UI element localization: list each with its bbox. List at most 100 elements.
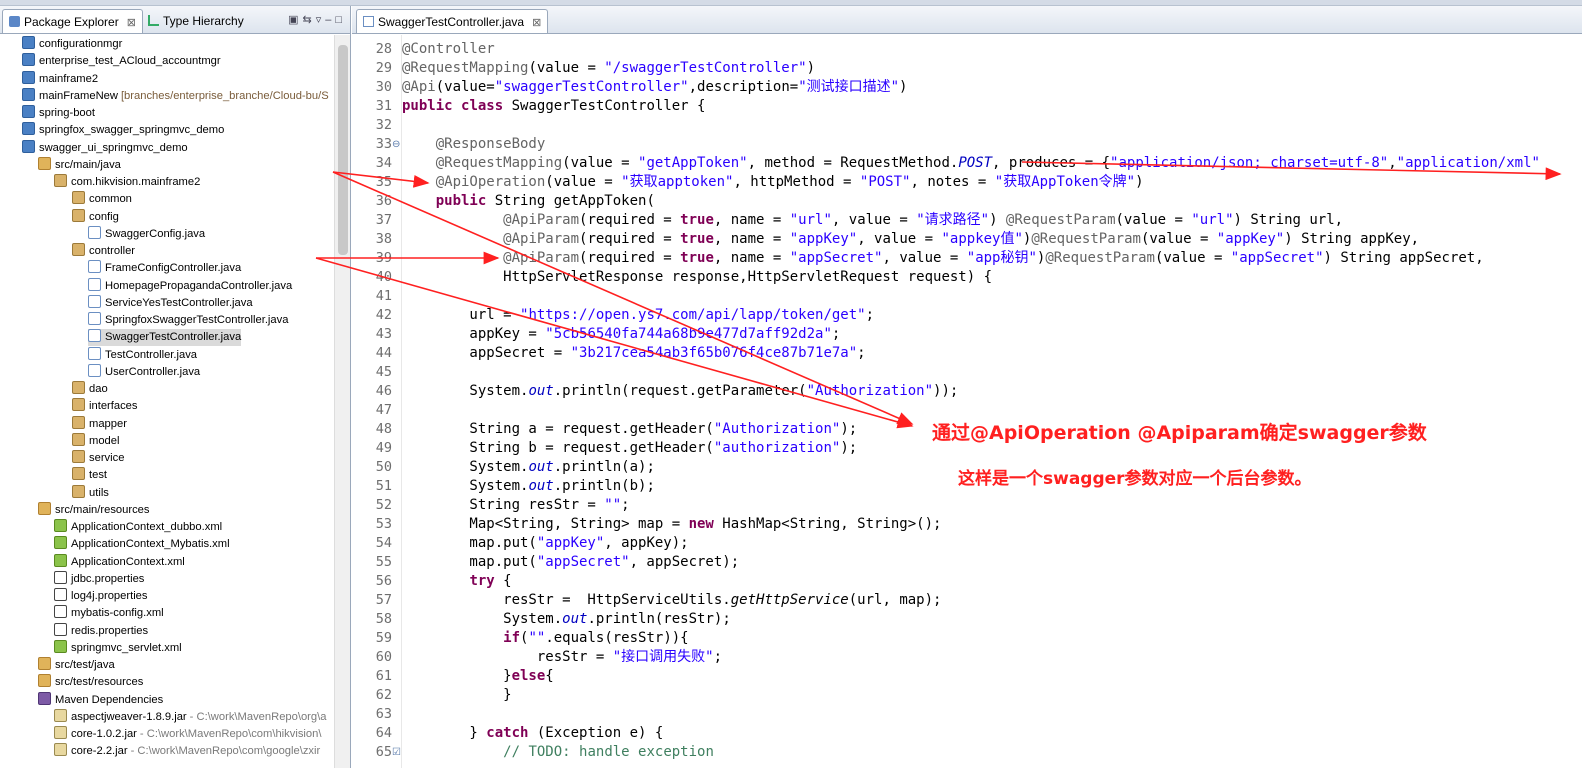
tree-item[interactable]: src/test/java xyxy=(38,657,115,674)
view-menu-icons[interactable]: ▣⇆▿–□ xyxy=(288,13,346,26)
tree-item[interactable]: com.hikvision.mainframe2 xyxy=(54,174,200,191)
tree-item[interactable]: common xyxy=(72,191,132,208)
code-line[interactable]: appKey = "5cb56540fa744a68b9e477d7aff92d… xyxy=(402,325,840,344)
tree-item[interactable]: jdbc.properties xyxy=(54,570,144,588)
tree-item[interactable]: UserController.java xyxy=(88,363,200,381)
line-number: 36 xyxy=(375,193,392,209)
tree-item[interactable]: configurationmgr xyxy=(22,36,122,53)
tree-item[interactable]: dao xyxy=(72,381,108,398)
code-token: , name = xyxy=(713,231,790,247)
tree-item[interactable]: utils xyxy=(72,484,109,502)
tree-item[interactable]: core-2.2.jar - C:\work\MavenRepo\com\goog… xyxy=(54,743,320,760)
code-line[interactable]: @RequestMapping(value = "getAppToken", m… xyxy=(402,154,1540,173)
tree-item[interactable]: HomepagePropagandaController.java xyxy=(88,277,292,295)
code-token: "url" xyxy=(1191,212,1234,228)
code-token: ; xyxy=(865,307,875,323)
tree-item-label: com.hikvision.mainframe2 xyxy=(71,176,201,188)
code-token: , httpMethod = xyxy=(733,174,860,190)
code-line[interactable]: String a = request.getHeader("Authorizat… xyxy=(402,420,857,439)
code-line[interactable]: } catch (Exception e) { xyxy=(402,724,663,743)
tree-item[interactable]: src/main/java xyxy=(38,156,121,174)
tree-item[interactable]: config xyxy=(72,208,119,226)
tree-scrollbar-thumb[interactable] xyxy=(338,45,348,255)
close-icon[interactable]: ⊠ xyxy=(532,17,541,29)
code-line[interactable]: @Api(value="swaggerTestController",descr… xyxy=(402,78,907,97)
code-line[interactable]: HttpServletResponse response,HttpServlet… xyxy=(402,268,992,287)
tree-item[interactable]: ServiceYesTestController.java xyxy=(88,294,253,312)
code-line[interactable]: // TODO: handle exception xyxy=(402,743,714,762)
tree-item[interactable]: service xyxy=(72,450,124,467)
tree-item[interactable]: interfaces xyxy=(72,398,138,415)
tree-item[interactable]: ApplicationContext_dubbo.xml xyxy=(54,519,222,536)
tree-item-label: swagger_ui_springmvc_demo xyxy=(39,141,188,154)
code-line[interactable]: @Controller xyxy=(402,40,495,59)
tree-item[interactable]: ApplicationContext.xml xyxy=(54,553,185,571)
tree-item[interactable]: test xyxy=(72,467,107,484)
tree-item[interactable]: ApplicationContext_Mybatis.xml xyxy=(54,536,230,553)
tree-item[interactable]: mybatis-config.xml xyxy=(54,605,164,622)
fold-marker-icon[interactable]: ☑ xyxy=(392,743,401,762)
tree-item[interactable]: model xyxy=(72,432,119,450)
code-line[interactable]: String resStr = ""; xyxy=(402,496,629,515)
tree-item[interactable]: enterprise_test_ACloud_accountmgr xyxy=(22,53,221,70)
tree-item[interactable]: Maven Dependencies xyxy=(38,691,163,709)
code-line[interactable]: } xyxy=(402,686,511,705)
code-line[interactable]: if("".equals(resStr)){ xyxy=(402,629,688,648)
line-number: 47 xyxy=(375,402,392,418)
tab-package-explorer[interactable]: Package Explorer ⊠ xyxy=(2,9,143,33)
tree-item[interactable]: FrameConfigController.java xyxy=(88,260,241,277)
code-line[interactable]: map.put("appKey", appKey); xyxy=(402,534,688,553)
code-line[interactable]: public class SwaggerTestController { xyxy=(402,97,705,116)
tree-item[interactable]: core-1.0.2.jar - C:\work\MavenRepo\com\hi… xyxy=(54,726,321,743)
code-line[interactable]: System.out.println(a); xyxy=(402,458,654,477)
code-line[interactable]: public String getAppToken( xyxy=(402,192,655,211)
code-token: @ResponseBody xyxy=(435,136,546,152)
code-line[interactable]: System.out.println(b); xyxy=(402,477,654,496)
code-token: @RequestParam xyxy=(1005,212,1116,228)
code-line[interactable]: @RequestMapping(value = "/swaggerTestCon… xyxy=(402,59,815,78)
code-line[interactable]: @ApiOperation(value = "获取apptoken", http… xyxy=(402,173,1144,192)
code-line[interactable]: @ApiParam(required = true, name = "url",… xyxy=(402,211,1343,230)
tree-item[interactable]: TestController.java xyxy=(88,346,197,364)
code-token: @ApiParam xyxy=(503,212,580,228)
tree-scrollbar[interactable] xyxy=(334,35,350,768)
code-line[interactable]: System.out.println(request.getParameter(… xyxy=(402,382,958,401)
code-line[interactable]: map.put("appSecret", appSecret); xyxy=(402,553,739,572)
tab-swaggertestcontroller[interactable]: SwaggerTestController.java ⊠ xyxy=(356,9,549,33)
tree-item[interactable]: mainframe2 xyxy=(22,70,98,88)
tab-type-hierarchy[interactable]: Type Hierarchy xyxy=(142,9,250,33)
code-line[interactable]: @ResponseBody xyxy=(402,135,546,154)
tree-item[interactable]: log4j.properties xyxy=(54,588,148,605)
code-line[interactable]: resStr = "接口调用失败"; xyxy=(402,648,722,667)
code-token: "app秘钥" xyxy=(966,250,1037,266)
code-line[interactable]: @ApiParam(required = true, name = "appKe… xyxy=(402,230,1419,249)
tree-item[interactable]: src/main/resources xyxy=(38,501,150,519)
tree-item[interactable]: controller xyxy=(72,243,135,260)
tree-item[interactable]: aspectjweaver-1.8.9.jar - C:\work\MavenRe… xyxy=(54,708,326,726)
code-line[interactable]: System.out.println(resStr); xyxy=(402,610,731,629)
tree-item[interactable]: SpringfoxSwaggerTestController.java xyxy=(88,312,288,329)
code-token: (value = xyxy=(562,155,639,171)
code-line[interactable]: Map<String, String> map = new HashMap<St… xyxy=(402,515,941,534)
code-line[interactable]: String b = request.getHeader("authorizat… xyxy=(402,439,857,458)
code-area[interactable]: @Controller @RequestMapping(value = "/swa… xyxy=(402,35,1582,768)
code-line[interactable]: try { xyxy=(402,572,511,591)
tree-item[interactable]: redis.properties xyxy=(54,622,148,640)
code-line[interactable]: url = "https://open.ys7.com/api/lapp/tok… xyxy=(402,306,874,325)
code-line[interactable]: @ApiParam(required = true, name = "appSe… xyxy=(402,249,1484,268)
tree-item[interactable]: springfox_swagger_springmvc_demo xyxy=(22,122,224,139)
code-line[interactable]: resStr = HttpServiceUtils.getHttpService… xyxy=(402,591,941,610)
code-line[interactable]: appSecret = "3b217cea54ab3f65b076f4ce87b… xyxy=(402,344,865,363)
tree-item[interactable]: SwaggerTestController.java xyxy=(88,329,242,347)
code-line[interactable]: }else{ xyxy=(402,667,554,686)
tree-item[interactable]: SwaggerConfig.java xyxy=(88,225,205,243)
tree-item[interactable]: spring-boot xyxy=(22,105,95,122)
tree-item[interactable]: mainFrameNew [branches/enterprise_branche… xyxy=(22,87,329,105)
close-icon[interactable]: ⊠ xyxy=(127,17,136,29)
tree-item[interactable]: springmvc_servlet.xml xyxy=(54,639,182,657)
fold-marker-icon[interactable]: ⊖ xyxy=(392,135,400,154)
code-token: , xyxy=(1388,155,1397,171)
tree-item[interactable]: mapper xyxy=(72,415,127,433)
tree-item[interactable]: src/test/resources xyxy=(38,674,143,691)
tree-item[interactable]: swagger_ui_springmvc_demo xyxy=(22,139,188,157)
